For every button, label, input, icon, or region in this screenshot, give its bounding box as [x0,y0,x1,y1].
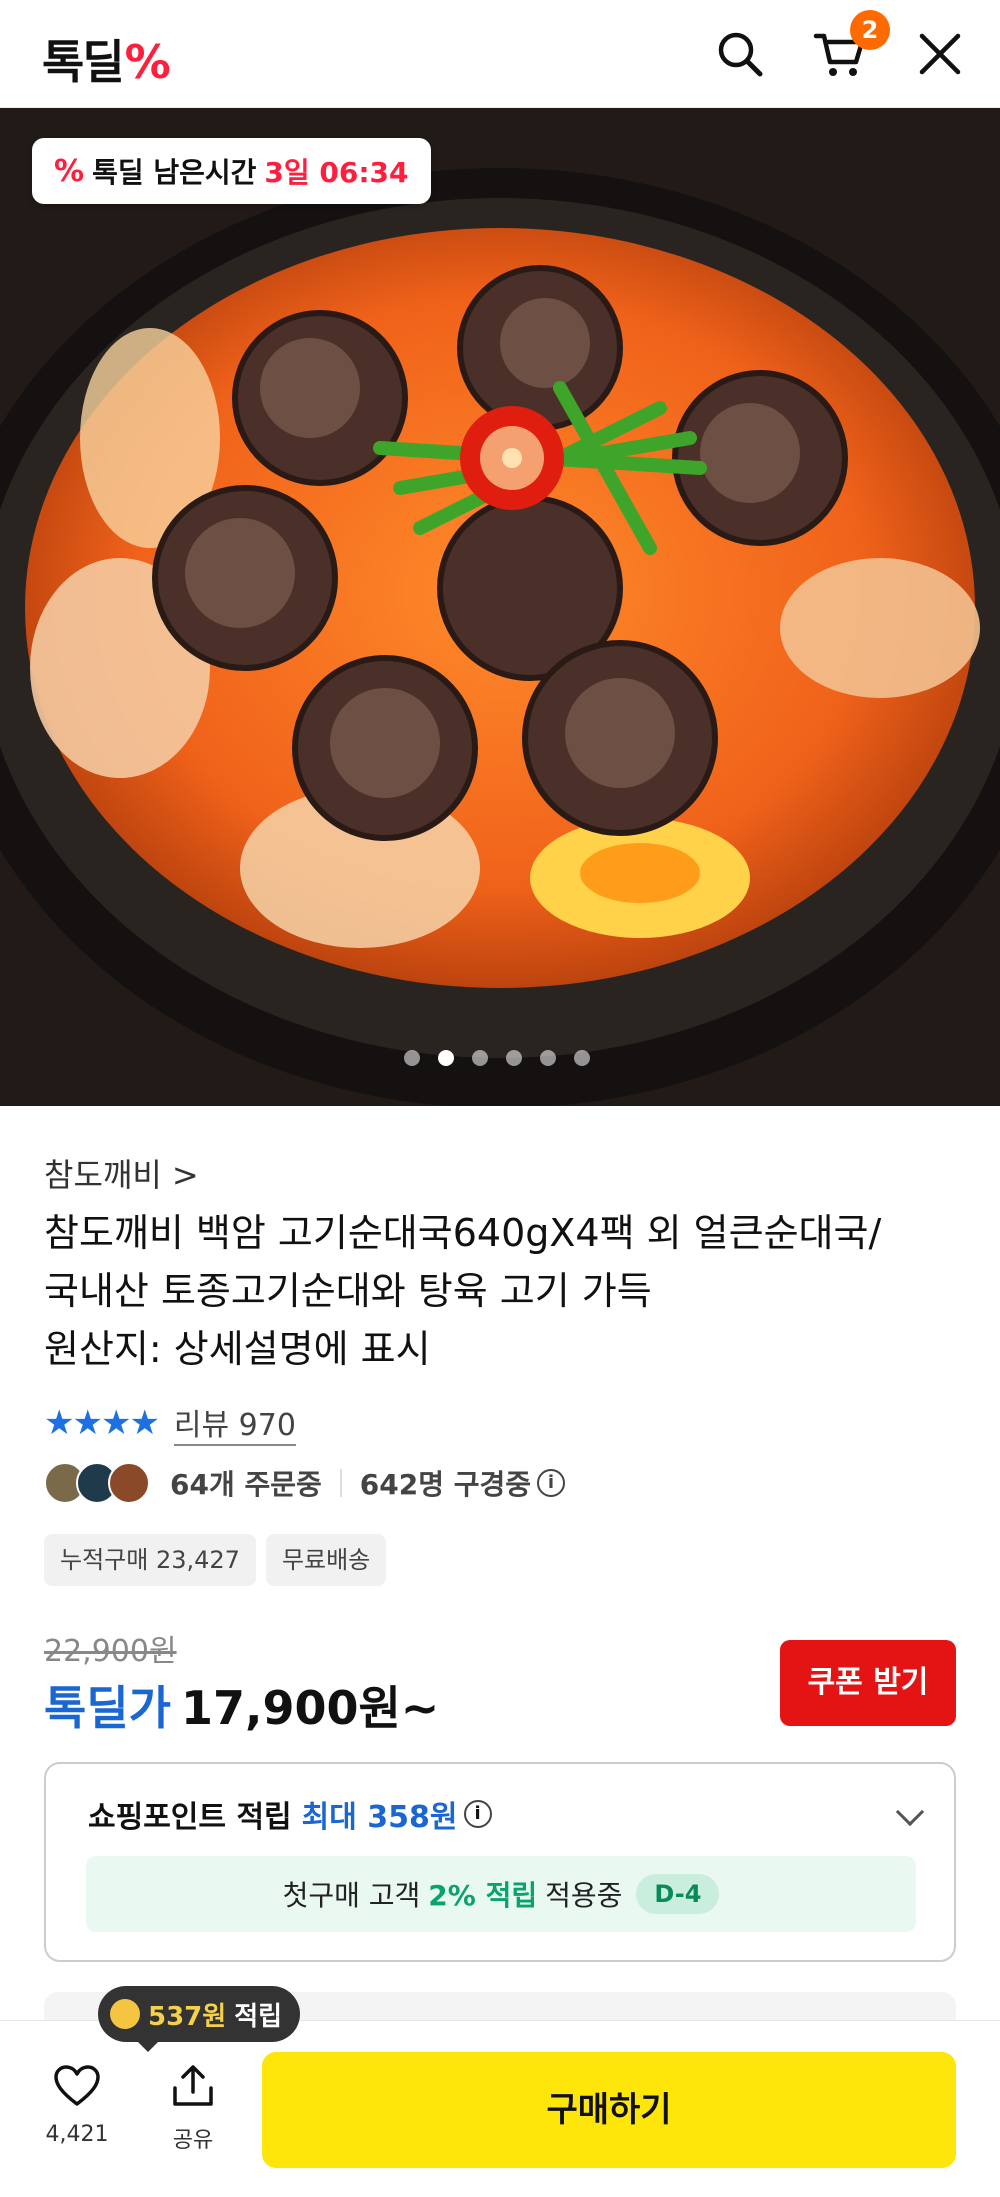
share-icon [173,2065,213,2106]
review-count-link[interactable]: 리뷰 970 [173,1400,296,1446]
get-coupon-button[interactable]: 쿠폰 받기 [780,1640,956,1726]
rating-stars: ★★★★ [44,1403,160,1443]
carousel-dot[interactable] [540,1050,556,1066]
orders-count: 64개 주문중 [170,1468,322,1501]
sundae-soup-image [0,108,1000,1106]
viewers-count: 642명 구경중 [359,1468,532,1501]
deal-price-label: 톡딜가 [44,1681,171,1735]
info-icon[interactable]: i [537,1469,566,1497]
d-day-badge: D-4 [636,1874,720,1914]
carousel-dot[interactable] [506,1050,522,1066]
buy-now-button[interactable]: 구매하기 [262,2052,956,2168]
carousel-dot[interactable] [574,1050,590,1066]
deal-price: 톡딜가 17,900원~ [44,1672,439,1738]
rating-row: ★★★★ 리뷰 970 [44,1400,296,1446]
cumulative-purchase-tag: 누적구매 23,427 [44,1534,256,1586]
buyer-avatars [44,1462,150,1504]
heart-icon [54,2065,100,2106]
product-title: 참도깨비 백암 고기순대국640gX4팩 외 얼큰순대국/ 국내산 토종고기순대… [44,1204,944,1378]
top-header: 톡딜% 2 [0,0,1000,108]
product-image-carousel[interactable]: % 톡딜 남은시간 3일 06:34 [0,108,1000,1106]
original-price: 22,900원 [44,1634,177,1669]
shopping-point-panel[interactable]: 쇼핑포인트 적립 최대 358원 i 첫구매 고객 2% 적립 적용중 D-4 [44,1762,956,1962]
point-label: 쇼핑포인트 적립 [88,1800,292,1835]
reward-label: 적립 [234,2001,283,2032]
reward-amount: 537원 [148,2001,227,2032]
search-icon[interactable] [712,26,768,82]
divider [339,1469,342,1497]
close-icon[interactable] [912,26,968,82]
like-count: 4,421 [45,2122,109,2147]
share-label: 공유 [172,2128,214,2153]
coin-icon [110,1999,140,2029]
chevron-down-icon[interactable] [895,1797,925,1827]
carousel-dots [404,1050,590,1066]
first-purchase-prefix: 첫구매 고객 [282,1879,421,1912]
timer-label: 톡딜 남은시간 [92,156,257,189]
title-line-3: 원산지: 상세설명에 표시 [44,1327,431,1371]
first-purchase-banner: 첫구매 고객 2% 적립 적용중 D-4 [86,1856,916,1932]
deal-price-value: 17,900원~ [180,1681,440,1735]
share-button[interactable]: 공유 [148,2064,238,2154]
cart-count-badge: 2 [850,10,890,50]
carousel-dot[interactable] [404,1050,420,1066]
point-max: 최대 358원 [301,1800,458,1835]
deal-timer-badge: % 톡딜 남은시간 3일 06:34 [32,138,431,204]
carousel-dot[interactable] [472,1050,488,1066]
live-activity-row: 64개 주문중 642명 구경중 i [44,1462,566,1504]
like-button[interactable]: 4,421 [32,2064,122,2147]
title-line-1: 참도깨비 백암 고기순대국640gX4팩 외 얼큰순대국/ [44,1211,882,1255]
free-shipping-tag: 무료배송 [265,1534,387,1586]
info-icon[interactable]: i [463,1800,492,1828]
tokdeal-logo[interactable]: 톡딜% [42,26,171,92]
product-tags: 누적구매 23,427 무료배송 [44,1534,387,1586]
first-purchase-suffix: 적용중 [545,1879,623,1912]
first-purchase-rate: 2% 적립 [428,1879,538,1912]
logo-mark: % [124,35,171,89]
avatar [108,1462,150,1504]
timer-value: 3일 06:34 [264,156,409,189]
brand-link[interactable]: 참도깨비 > [44,1150,199,1196]
carousel-dot-active[interactable] [438,1050,454,1066]
point-header: 쇼핑포인트 적립 최대 358원 i [88,1792,492,1836]
deal-percent-icon: % [54,153,85,189]
reward-tooltip: 537원 적립 [98,1986,301,2052]
logo-text: 톡딜 [42,35,125,89]
title-line-2: 국내산 토종고기순대와 탕육 고기 가득 [44,1269,652,1313]
